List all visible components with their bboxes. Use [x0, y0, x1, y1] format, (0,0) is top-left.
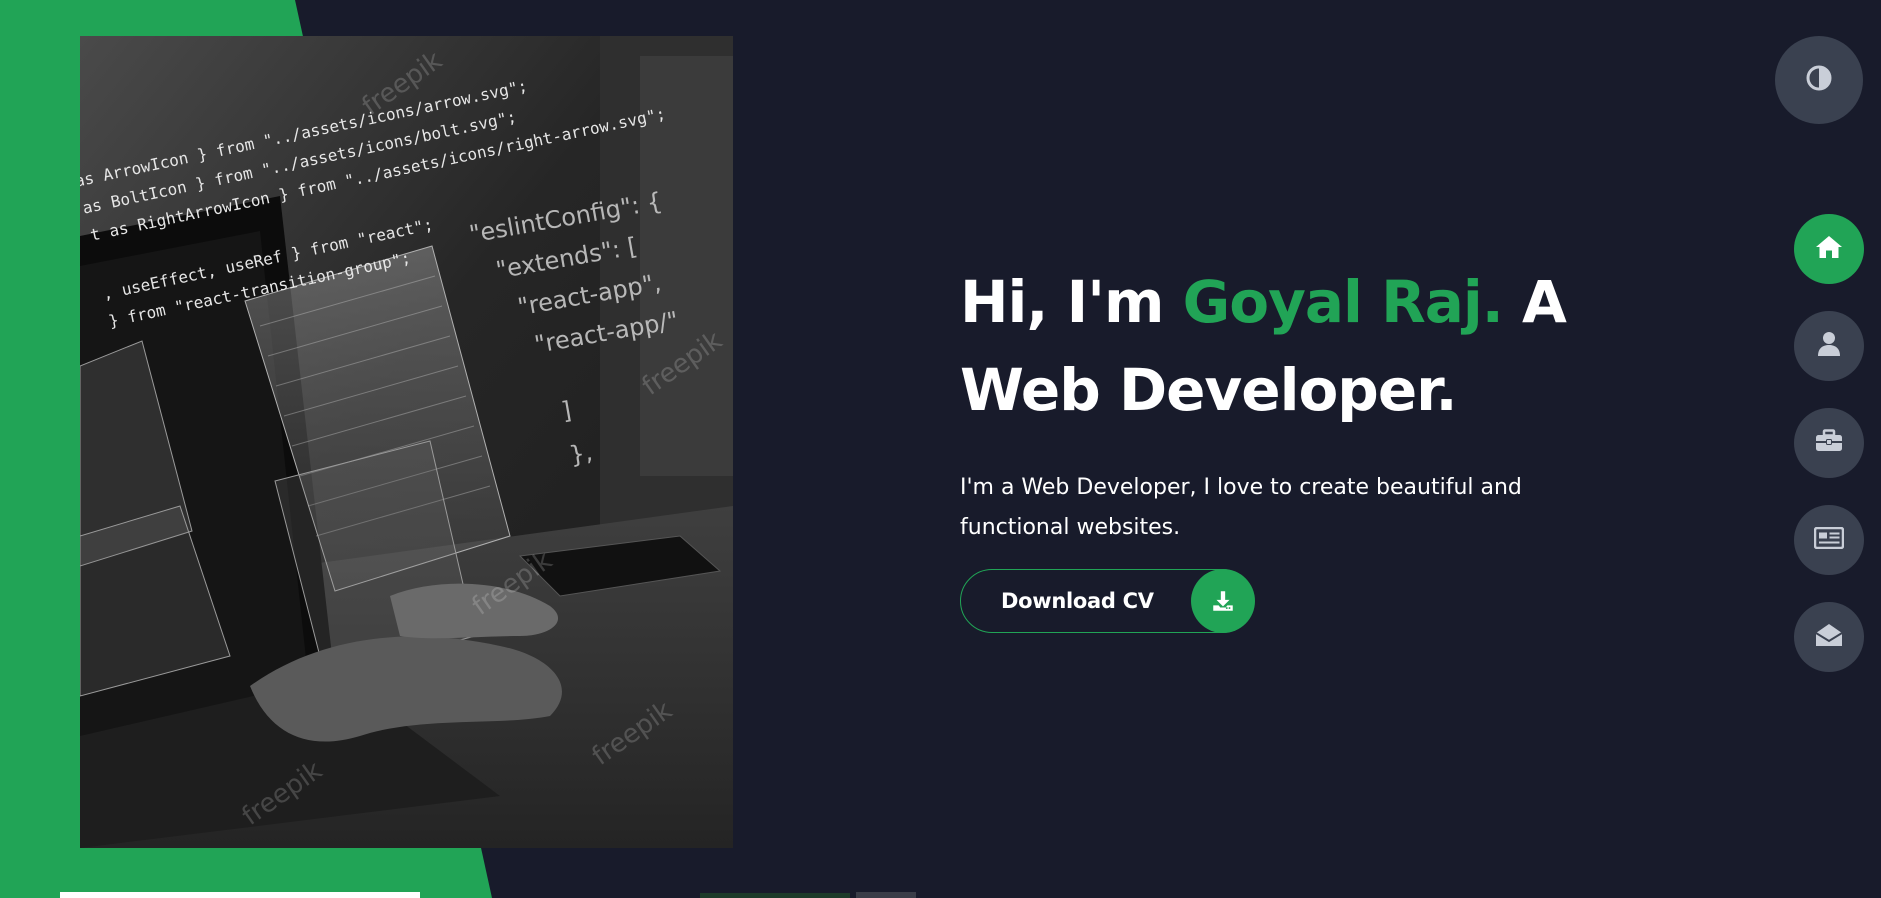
- bottom-strip: [700, 893, 850, 898]
- bottom-strip: [856, 892, 916, 898]
- newspaper-icon: [1813, 526, 1845, 553]
- config-line: },: [567, 438, 594, 470]
- user-icon: [1817, 331, 1841, 361]
- envelope-open-icon: [1815, 622, 1843, 652]
- nav-about-button[interactable]: [1794, 311, 1864, 381]
- hero-image: as ArrowIcon } from "../assets/icons/arr…: [80, 36, 733, 848]
- hero-name: Goyal Raj.: [1182, 268, 1504, 336]
- home-icon: [1815, 234, 1843, 264]
- download-icon: [1191, 569, 1255, 633]
- nav-portfolio-button[interactable]: [1794, 408, 1864, 478]
- hero-section: Hi, I'm Goyal Raj. A Web Developer. I'm a…: [960, 258, 1580, 548]
- briefcase-icon: [1815, 429, 1843, 457]
- hero-intro: I'm a Web Developer, I love to create be…: [960, 475, 1522, 540]
- hero-headline: Hi, I'm Goyal Raj. A Web Developer.: [960, 258, 1580, 434]
- theme-toggle-button[interactable]: [1775, 36, 1863, 124]
- download-cv-button[interactable]: Download CV: [960, 569, 1255, 633]
- role-prefix-text: A: [1502, 268, 1567, 336]
- download-cv-label: Download CV: [1001, 589, 1154, 613]
- nav-contact-button[interactable]: [1794, 602, 1864, 672]
- bottom-strip: [60, 892, 420, 898]
- contrast-icon: [1805, 64, 1833, 96]
- role-text: Web Developer.: [960, 356, 1458, 424]
- nav-home-button[interactable]: [1794, 214, 1864, 284]
- page: as ArrowIcon } from "../assets/icons/arr…: [0, 0, 1881, 898]
- greeting-text: Hi, I'm: [960, 268, 1183, 336]
- nav-blog-button[interactable]: [1794, 505, 1864, 575]
